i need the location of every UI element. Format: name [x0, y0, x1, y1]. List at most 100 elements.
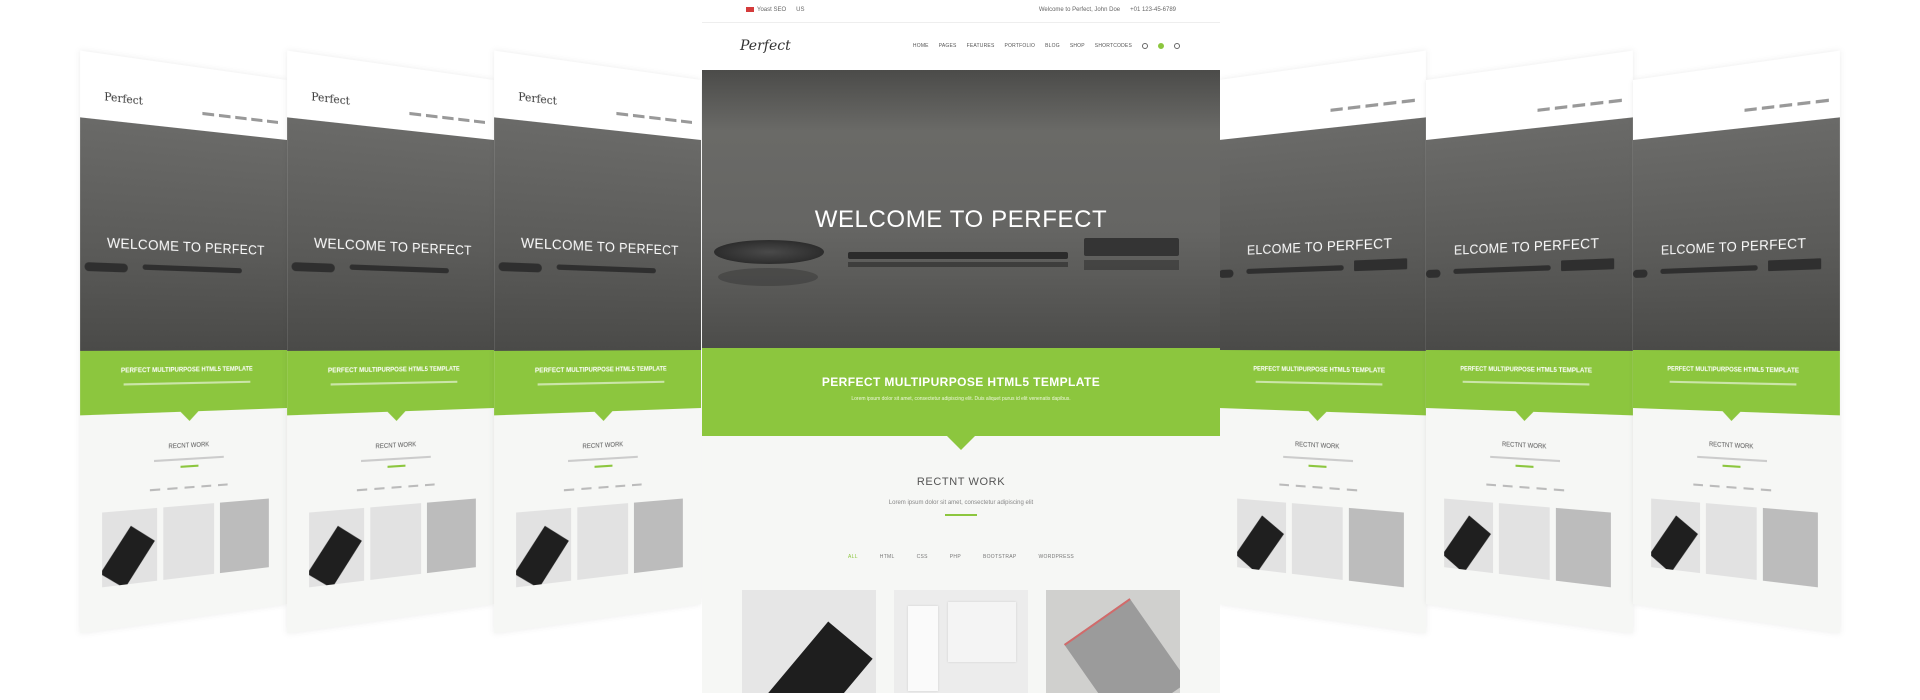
thumb-laptop [1660, 265, 1758, 275]
portfolio-grid [742, 590, 1180, 693]
thumb-recent-line [387, 464, 405, 468]
cart-icon[interactable] [1158, 43, 1164, 49]
thumb-work [427, 498, 476, 574]
preview-page-left-1: Perfect WELCOME TO PERFECT PERFECT MULTI… [80, 50, 287, 634]
portfolio-filters: ALL HTML CSS PHP BOOTSTRAP WORDPRESS [702, 554, 1220, 560]
thumb-recent-title: RECTNT WORK [1295, 441, 1340, 451]
thumb-recent-sub [153, 455, 224, 463]
thumb-laptop [556, 264, 656, 274]
nav-item-pages[interactable]: PAGES [939, 43, 957, 49]
thumb-works [1426, 481, 1633, 590]
thumb-drive [1561, 258, 1615, 272]
user-icon[interactable] [1174, 43, 1180, 49]
thumb-logo: Perfect [518, 91, 557, 109]
thumb-recent-line [180, 464, 198, 468]
thumb-banner: PERFECT MULTIPURPOSE HTML5 TEMPLATE [1219, 350, 1426, 422]
thumb-recent-title: RECNT WORK [582, 442, 624, 451]
thumb-work [102, 507, 157, 588]
thumb-recent-line [1722, 464, 1740, 468]
filter-bootstrap[interactable]: BOOTSTRAP [983, 554, 1017, 560]
thumb-banner-arrow [387, 411, 405, 422]
thumb-laptop [1453, 265, 1551, 275]
thumb-banner-sub [1669, 380, 1797, 386]
nav-item-shop[interactable]: SHOP [1070, 43, 1085, 49]
thumb-mouse [1633, 269, 1648, 278]
recent-work-subtitle: Lorem ipsum dolor sit amet, consectetur … [888, 500, 1034, 506]
thumb-banner-sub [537, 380, 665, 386]
thumb-recent-sub [567, 455, 638, 463]
thumb-laptop [1246, 265, 1344, 275]
thumb-menu [1537, 98, 1622, 112]
nav-item-shortcodes[interactable]: SHORTCODES [1095, 43, 1132, 49]
thumb-recent-title: RECTNT WORK [1709, 441, 1754, 451]
thumb-recent-line [594, 464, 612, 468]
filter-css[interactable]: CSS [917, 554, 928, 560]
main-preview-page: Yoast SEO US Welcome to Perfect, John Do… [702, 0, 1220, 693]
thumb-works [1219, 481, 1426, 590]
nav-item-home[interactable]: HOME [913, 43, 929, 49]
thumb-hero: ELCOME TO PERFECT [1426, 117, 1633, 351]
thumb-hero-title: WELCOME TO PERFECT [520, 234, 679, 258]
thumb-banner-arrow [1515, 411, 1533, 422]
thumb-work [1705, 503, 1758, 580]
site-logo[interactable]: Perfect [740, 38, 791, 54]
thumb-banner-title: PERFECT MULTIPURPOSE HTML5 TEMPLATE [120, 366, 253, 375]
thumb-work [634, 498, 683, 574]
thumb-hero-title: ELCOME TO PERFECT [1454, 234, 1600, 258]
thumb-menu [1330, 98, 1415, 112]
nav-item-blog[interactable]: BLOG [1045, 43, 1060, 49]
thumb-work [220, 498, 269, 574]
language-selector[interactable]: Yoast SEO [746, 7, 786, 13]
thumb-work [1651, 498, 1700, 574]
thumb-mouse [1219, 269, 1234, 278]
thumb-banner-title: PERFECT MULTIPURPOSE HTML5 TEMPLATE [1667, 366, 1800, 375]
thumb-works [494, 481, 701, 590]
portfolio-item[interactable] [1046, 590, 1180, 693]
thumb-works [80, 481, 287, 590]
hero-mouse-reflection [718, 268, 818, 286]
filter-html[interactable]: HTML [880, 554, 895, 560]
search-icon[interactable] [1142, 43, 1148, 49]
thumb-hero-title: ELCOME TO PERFECT [1661, 234, 1807, 258]
thumb-mouse [498, 262, 542, 273]
thumb-banner-arrow [1722, 411, 1740, 422]
filter-wordpress[interactable]: WORDPRESS [1039, 554, 1074, 560]
top-bar-left: Yoast SEO US [746, 7, 804, 13]
thumb-drive [1768, 258, 1822, 272]
thumb-hero-title: WELCOME TO PERFECT [313, 234, 472, 258]
thumb-banner-sub [1462, 380, 1590, 386]
nav-item-features[interactable]: FEATURES [967, 43, 995, 49]
hero-slider: WELCOME TO PERFECT [702, 70, 1220, 348]
filter-all[interactable]: ALL [848, 554, 858, 560]
filter-php[interactable]: PHP [950, 554, 961, 560]
thumb-work [1237, 498, 1286, 574]
title-underline [945, 514, 977, 516]
thumb-banner: PERFECT MULTIPURPOSE HTML5 TEMPLATE [287, 350, 494, 422]
thumb-recent-title: RECNT WORK [375, 442, 417, 451]
thumb-recent-sub [1282, 455, 1353, 463]
currency-selector[interactable]: US [796, 7, 804, 13]
thumb-logo: Perfect [311, 91, 350, 109]
banner-subtitle: Lorem ipsum dolor sit amet, consectetur … [851, 396, 1071, 402]
banner-title: PERFECT MULTIPURPOSE HTML5 TEMPLATE [821, 375, 1101, 389]
thumb-menu [616, 111, 692, 124]
thumb-banner-title: PERFECT MULTIPURPOSE HTML5 TEMPLATE [534, 366, 667, 375]
thumb-work [1498, 503, 1551, 580]
portfolio-item[interactable] [894, 590, 1028, 693]
thumb-work [369, 503, 422, 580]
top-bar: Yoast SEO US Welcome to Perfect, John Do… [702, 0, 1220, 22]
thumb-hero: ELCOME TO PERFECT [1633, 117, 1840, 351]
flag-icon [746, 7, 754, 12]
thumb-banner-sub [123, 380, 251, 386]
thumb-laptop [142, 264, 242, 274]
recent-work-title: RECTNT WORK [916, 476, 1006, 488]
banner-arrow [947, 436, 975, 450]
thumb-banner: PERFECT MULTIPURPOSE HTML5 TEMPLATE [80, 350, 287, 422]
nav-item-portfolio[interactable]: PORTFOLIO [1005, 43, 1036, 49]
thumb-menu [1744, 98, 1829, 112]
hero-drive-reflection [1084, 260, 1179, 270]
top-bar-right: Welcome to Perfect, John Doe +01 123-45-… [1039, 7, 1176, 13]
portfolio-item[interactable] [742, 590, 876, 693]
thumb-banner: PERFECT MULTIPURPOSE HTML5 TEMPLATE [1633, 350, 1840, 422]
thumb-work [1291, 503, 1344, 580]
